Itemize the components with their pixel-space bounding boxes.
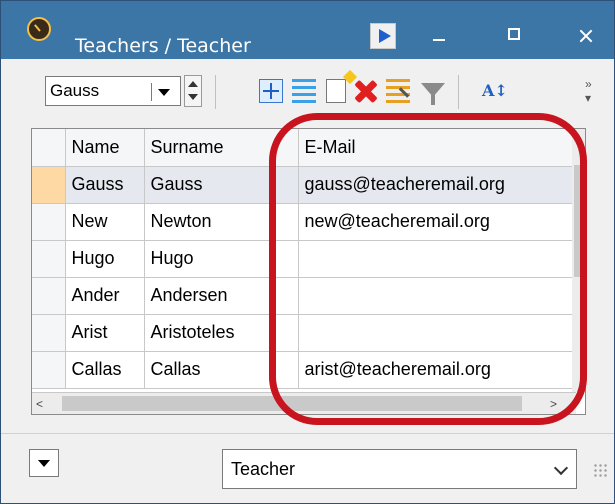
toolbar-divider <box>458 75 459 109</box>
row-indicator[interactable] <box>32 314 66 352</box>
cell-name[interactable]: Arist <box>65 314 145 352</box>
sort-icon[interactable]: A↕ <box>482 79 508 103</box>
filter-icon[interactable] <box>421 83 445 105</box>
clock-app-icon <box>27 17 51 41</box>
row-indicator[interactable] <box>32 203 66 241</box>
cell-name[interactable]: Gauss <box>65 166 145 204</box>
delete-icon[interactable] <box>353 79 377 103</box>
record-combobox-value: Gauss <box>50 81 100 100</box>
toolbar-divider <box>215 75 216 109</box>
teacher-window: Teachers / Teacher Gauss A↕ » ▾ Name Sur… <box>0 0 615 504</box>
rows-icon[interactable] <box>292 79 316 103</box>
chevron-down-icon[interactable] <box>151 83 176 101</box>
new-record-icon[interactable] <box>326 79 346 103</box>
close-button[interactable] <box>575 25 597 47</box>
window-title: Teachers / Teacher <box>75 35 251 57</box>
row-indicator[interactable] <box>32 351 66 389</box>
record-spinner[interactable] <box>184 75 202 107</box>
chevron-down-icon[interactable] <box>553 460 569 476</box>
title-bar[interactable]: Teachers / Teacher <box>1 1 614 59</box>
cell-name[interactable]: Hugo <box>65 240 145 278</box>
scroll-left-icon[interactable]: < <box>36 397 43 411</box>
maximize-button[interactable] <box>505 25 527 47</box>
run-button[interactable] <box>370 23 396 49</box>
row-indicator[interactable] <box>32 166 66 204</box>
more-icon[interactable]: » ▾ <box>585 77 592 105</box>
record-combobox[interactable]: Gauss <box>45 76 181 106</box>
table-select[interactable]: Teacher <box>222 449 577 489</box>
options-dropdown[interactable] <box>29 449 59 477</box>
toolbar: Gauss A↕ » ▾ <box>35 71 614 115</box>
row-indicator-header <box>32 129 66 167</box>
cell-name[interactable]: New <box>65 203 145 241</box>
footer-divider <box>1 433 614 434</box>
row-indicator[interactable] <box>32 240 66 278</box>
row-indicator[interactable] <box>32 277 66 315</box>
resize-grip-icon[interactable] <box>593 463 607 477</box>
email-column-highlight <box>269 113 587 425</box>
minimize-button[interactable] <box>431 25 453 47</box>
edit-icon[interactable] <box>386 79 410 103</box>
cell-name[interactable]: Ander <box>65 277 145 315</box>
table-select-value: Teacher <box>231 459 296 479</box>
cell-name[interactable]: Callas <box>65 351 145 389</box>
move-icon[interactable] <box>259 79 283 103</box>
column-header-name[interactable]: Name <box>65 129 145 167</box>
